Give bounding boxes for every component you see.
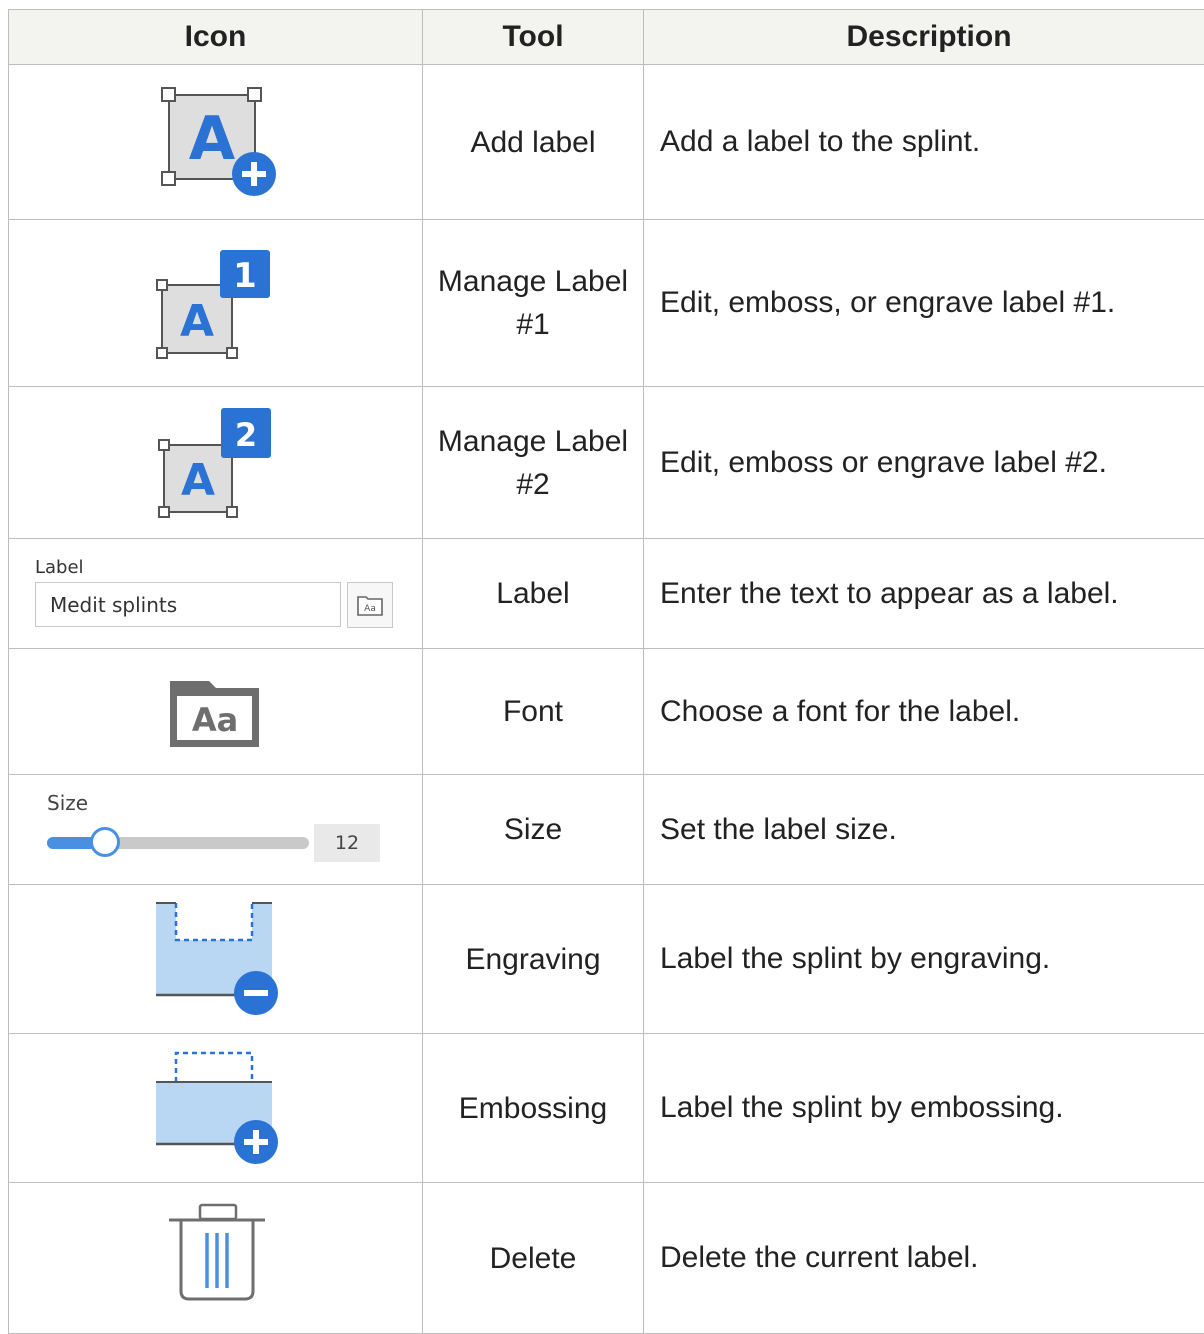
add-label-icon[interactable]: A [9,65,423,219]
tool-description: Delete the current label. [644,1183,1204,1334]
svg-text:Aa: Aa [364,604,376,614]
svg-text:A: A [189,104,236,174]
tool-name: Add label [423,65,644,220]
tool-description: Edit, emboss, or engrave label #1. [644,220,1204,387]
table-row: Label Aa Label Enter the text to appear … [9,539,1204,649]
icon-cell: Size 12 [9,775,423,885]
size-slider[interactable] [47,827,309,857]
table-row: Embossing Label the splint by embossing. [9,1034,1204,1183]
slider-thumb[interactable] [90,827,120,857]
tool-name: Manage Label #2 [423,387,644,539]
tool-description: Enter the text to appear as a label. [644,539,1204,649]
icon-cell [9,885,423,1034]
table-row: Size 12 Size Set the label size. [9,775,1204,885]
icon-cell: Label Aa [9,539,423,649]
header-description: Description [644,10,1204,65]
tool-description: Label the splint by engraving. [644,885,1204,1034]
table-row: A 2 Manage Label #2 Edit, emboss or engr… [9,387,1204,539]
tool-description: Label the splint by embossing. [644,1034,1204,1183]
table-row: A 1 Manage Label #1 Edit, emboss, or eng… [9,220,1204,387]
manage-label-2-icon[interactable]: A 2 [9,387,423,538]
tool-name: Font [423,649,644,775]
tool-name: Embossing [423,1034,644,1183]
tool-name: Size [423,775,644,885]
font-icon[interactable]: Aa [9,649,423,774]
tools-table: Icon Tool Description A Add label Ad [8,9,1204,1334]
table-row: Delete Delete the current label. [9,1183,1204,1334]
table-row: Engraving Label the splint by engraving. [9,885,1204,1034]
svg-text:1: 1 [233,256,257,296]
icon-cell: A [9,65,423,220]
label-text-input[interactable] [35,582,341,627]
header-tool: Tool [423,10,644,65]
header-icon: Icon [9,10,423,65]
tool-name: Delete [423,1183,644,1334]
embossing-icon[interactable] [9,1034,423,1182]
svg-text:A: A [181,455,215,506]
trash-icon[interactable] [9,1183,423,1333]
tool-name: Label [423,539,644,649]
svg-text:2: 2 [235,416,257,454]
icon-cell: A 1 [9,220,423,387]
icon-cell: A 2 [9,387,423,539]
svg-text:Aa: Aa [192,701,238,739]
font-picker-button[interactable]: Aa [347,582,393,628]
table-row: A Add label Add a label to the splint. [9,65,1204,220]
label-field-caption: Label [35,557,84,578]
size-value-field[interactable]: 12 [314,824,380,862]
engraving-icon[interactable] [9,885,423,1033]
size-caption: Size [47,791,88,815]
svg-text:A: A [180,296,214,347]
tool-name: Engraving [423,885,644,1034]
tool-name: Manage Label #1 [423,220,644,387]
font-folder-icon: Aa [357,594,383,616]
tool-description: Choose a font for the label. [644,649,1204,775]
manage-label-1-icon[interactable]: A 1 [9,220,423,386]
tool-description: Set the label size. [644,775,1204,885]
table-row: Aa Font Choose a font for the label. [9,649,1204,775]
table-header-row: Icon Tool Description [9,10,1204,65]
icon-cell [9,1034,423,1183]
icon-cell [9,1183,423,1334]
tool-description: Add a label to the splint. [644,65,1204,220]
icon-cell: Aa [9,649,423,775]
tool-description: Edit, emboss or engrave label #2. [644,387,1204,539]
